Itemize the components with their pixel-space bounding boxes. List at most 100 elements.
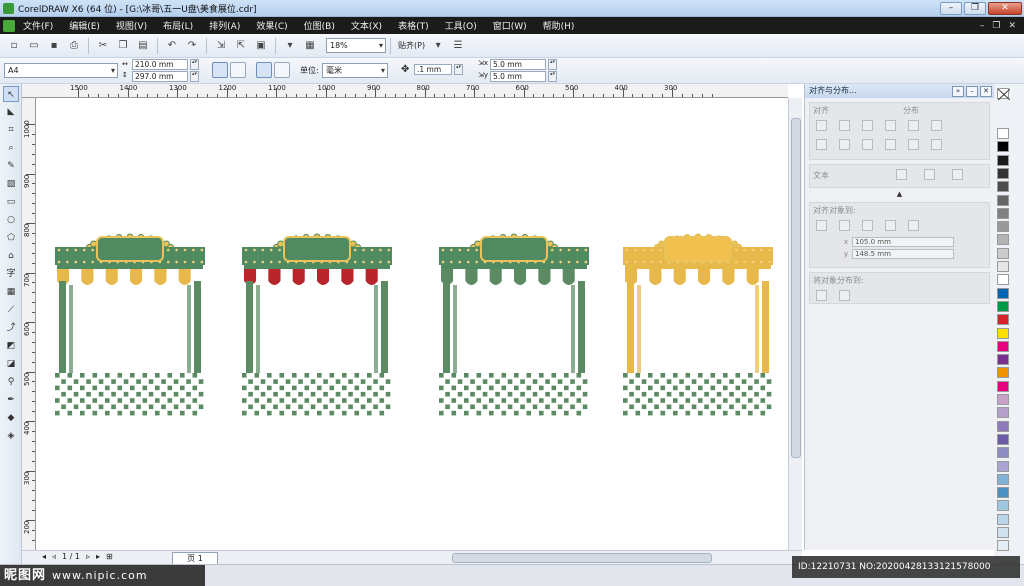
fill-tool-icon[interactable]: ◆ [3, 410, 19, 426]
align-left-icon[interactable] [816, 120, 827, 131]
vertical-scrollbar[interactable] [788, 98, 802, 550]
text-frame-icon[interactable] [952, 169, 963, 180]
new-document-icon[interactable]: ▫ [7, 39, 21, 53]
zoom-level-select[interactable]: 18% [326, 38, 386, 53]
current-page-button[interactable] [274, 62, 290, 78]
menu-edit[interactable]: 编辑(E) [69, 19, 100, 32]
palette-swatch[interactable] [997, 314, 1009, 326]
close-button[interactable]: ✕ [988, 1, 1022, 15]
food-stall-booth[interactable] [623, 233, 773, 418]
prev-page-icon[interactable]: ◃ [52, 552, 56, 561]
horizontal-scroll-thumb[interactable] [452, 553, 712, 563]
freehand-tool-icon[interactable]: ✎ [3, 158, 19, 174]
palette-swatch[interactable] [997, 340, 1009, 352]
palette-swatch[interactable] [997, 207, 1009, 219]
palette-swatch[interactable] [997, 167, 1009, 179]
distribute-right-icon[interactable] [931, 120, 942, 131]
distribute-center-icon[interactable] [908, 120, 919, 131]
palette-swatch[interactable] [997, 394, 1009, 405]
page-edge-icon[interactable] [839, 220, 850, 231]
palette-swatch[interactable] [997, 261, 1009, 272]
grid-icon[interactable] [885, 220, 896, 231]
all-pages-button[interactable] [256, 62, 272, 78]
options-icon[interactable]: ☰ [451, 39, 465, 53]
no-color-swatch[interactable] [997, 88, 1011, 101]
rectangle-tool-icon[interactable]: ▭ [3, 194, 19, 210]
page-height-field[interactable]: 297.0 mm [132, 71, 188, 82]
text-line-icon[interactable] [924, 169, 935, 180]
shape-tool-icon[interactable]: ◣ [3, 104, 19, 120]
palette-swatch[interactable] [997, 433, 1009, 445]
table-tool-icon[interactable]: ▦ [3, 284, 19, 300]
import-icon[interactable]: ⇲ [214, 39, 228, 53]
connector-tool-icon[interactable]: ⤴ [3, 320, 19, 336]
specified-point-icon[interactable] [908, 220, 919, 231]
palette-swatch[interactable] [997, 274, 1009, 286]
palette-swatch[interactable] [997, 540, 1009, 552]
page-center-icon[interactable] [862, 220, 873, 231]
save-icon[interactable]: ▪ [47, 39, 61, 53]
pick-tool-icon[interactable]: ↖ [3, 86, 19, 102]
page-width-field[interactable]: 210.0 mm [132, 59, 188, 70]
palette-swatch[interactable] [997, 181, 1009, 193]
selection-extent-icon[interactable] [816, 290, 827, 301]
align-right-icon[interactable] [862, 120, 873, 131]
active-object-icon[interactable] [816, 220, 827, 231]
width-spinner[interactable]: ▴▾ [190, 59, 199, 70]
palette-swatch[interactable] [997, 300, 1009, 312]
paste-icon[interactable]: ▤ [136, 39, 150, 53]
palette-swatch[interactable] [997, 194, 1009, 206]
food-stall-booth[interactable] [55, 233, 205, 418]
align-center-v-icon[interactable] [839, 139, 850, 150]
palette-swatch[interactable] [997, 420, 1009, 432]
eyedropper-tool-icon[interactable]: ⚲ [3, 374, 19, 390]
page-extent-icon[interactable] [839, 290, 850, 301]
food-stall-booth[interactable] [439, 233, 589, 418]
cut-icon[interactable]: ✂ [96, 39, 110, 53]
distribute-middle-icon[interactable] [908, 139, 919, 150]
menu-help[interactable]: 帮助(H) [543, 19, 575, 32]
open-folder-icon[interactable]: ▭ [27, 39, 41, 53]
doc-restore-button[interactable]: ❐ [992, 21, 1000, 31]
drawing-canvas[interactable] [37, 98, 788, 550]
menu-table[interactable]: 表格(T) [398, 19, 429, 32]
text-baseline-icon[interactable] [896, 169, 907, 180]
palette-swatch[interactable] [997, 367, 1009, 379]
duplicate-x-field[interactable]: 5.0 mm [490, 59, 546, 70]
horizontal-ruler[interactable]: 1500 1400 1300 1200 1100 1000 900 800 700 600 500 4… [22, 84, 788, 98]
palette-swatch[interactable] [997, 234, 1009, 246]
ellipse-tool-icon[interactable]: ○ [3, 212, 19, 228]
palette-swatch[interactable] [997, 527, 1009, 538]
landscape-button[interactable] [230, 62, 246, 78]
palette-swatch[interactable] [997, 327, 1009, 339]
palette-swatch[interactable] [997, 141, 1009, 153]
page-size-select[interactable]: A4 [4, 63, 118, 78]
outline-pen-icon[interactable]: ✒ [3, 392, 19, 408]
palette-swatch[interactable] [997, 407, 1009, 419]
first-page-icon[interactable]: ◂ [42, 552, 46, 561]
docker-expand-icon[interactable]: » [952, 85, 964, 97]
portrait-button[interactable] [212, 62, 228, 78]
menu-text[interactable]: 文本(X) [351, 19, 382, 32]
dimension-tool-icon[interactable]: ⟋ [3, 302, 19, 318]
dup-x-spinner[interactable]: ▴▾ [548, 59, 557, 70]
food-stall-booth[interactable] [242, 233, 392, 418]
palette-swatch[interactable] [997, 473, 1009, 485]
doc-minimize-button[interactable]: – [980, 21, 985, 31]
vertical-ruler[interactable]: 1000 900 800 700 600 500 400 300 200 [22, 98, 36, 550]
page-tab[interactable]: 页 1 [172, 552, 218, 564]
vertical-scroll-thumb[interactable] [791, 118, 801, 458]
undo-icon[interactable]: ↶ [165, 39, 179, 53]
smart-fill-icon[interactable]: ▧ [3, 176, 19, 192]
text-tool-icon[interactable]: 字 [3, 266, 19, 282]
menu-window[interactable]: 窗口(W) [493, 19, 527, 32]
palette-swatch[interactable] [997, 487, 1009, 499]
unit-select[interactable]: 毫米 [322, 63, 388, 78]
last-page-icon[interactable]: ▸ [96, 552, 100, 561]
align-top-icon[interactable] [816, 139, 827, 150]
menu-layout[interactable]: 布局(L) [163, 19, 193, 32]
zoom-tool-icon[interactable]: ⌕ [3, 140, 19, 156]
duplicate-y-field[interactable]: 5.0 mm [490, 71, 546, 82]
dup-y-spinner[interactable]: ▴▾ [548, 71, 557, 82]
snap-to-menu[interactable]: 贴齐(P) [398, 40, 425, 51]
